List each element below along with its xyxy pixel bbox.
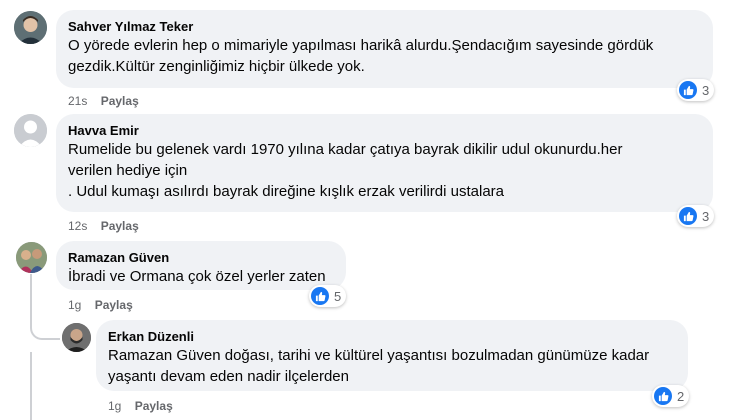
avatar[interactable] xyxy=(14,114,47,147)
avatar[interactable] xyxy=(62,323,91,352)
comment-author[interactable]: Ramazan Güven xyxy=(68,249,334,266)
comment-text: Ramazan Güven doğası, tarihi ve kültürel… xyxy=(108,347,650,385)
comment-meta: 1g Paylaş xyxy=(108,399,173,413)
reaction-count: 5 xyxy=(334,288,342,304)
thread-connector xyxy=(30,274,60,340)
thumbs-up-icon xyxy=(679,81,697,99)
comment-timestamp[interactable]: 1g xyxy=(68,298,81,312)
comment-bubble: Sahver Yılmaz Teker O yörede evlerin hep… xyxy=(56,10,713,88)
reaction-count-badge[interactable]: 2 xyxy=(652,385,690,407)
thumbs-up-icon xyxy=(654,387,672,405)
comment-author[interactable]: Sahver Yılmaz Teker xyxy=(68,18,701,35)
comment-bubble: Ramazan Güven İbradi ve Ormana çok özel … xyxy=(56,241,346,290)
reply-button[interactable]: Paylaş xyxy=(135,399,173,413)
thumbs-up-icon xyxy=(311,287,329,305)
user-photo-icon xyxy=(16,242,47,273)
reaction-count-badge[interactable]: 3 xyxy=(677,79,715,101)
comment-timestamp[interactable]: 1g xyxy=(108,399,121,413)
comment-bubble: Erkan Düzenli Ramazan Güven doğası, tari… xyxy=(96,320,688,391)
reply-button[interactable]: Paylaş xyxy=(101,219,139,233)
reaction-count-badge[interactable]: 5 xyxy=(309,285,347,307)
comment-meta: 1g Paylaş xyxy=(68,298,133,312)
reaction-count: 3 xyxy=(702,82,710,98)
comment-text: İbradi ve Ormana çok özel yerler zaten xyxy=(68,268,326,285)
comment-author[interactable]: Havva Emir xyxy=(68,122,701,139)
avatar[interactable] xyxy=(16,242,47,273)
comment-timestamp[interactable]: 21s xyxy=(68,94,87,108)
comment-meta: 12s Paylaş xyxy=(68,219,139,233)
comment-text: O yörede evlerin hep o mimariyle yapılma… xyxy=(68,37,654,75)
user-photo-icon xyxy=(62,323,91,352)
thread-connector xyxy=(30,352,32,420)
reaction-count: 3 xyxy=(702,208,710,224)
reply-button[interactable]: Paylaş xyxy=(101,94,139,108)
reaction-count-badge[interactable]: 3 xyxy=(677,205,715,227)
comment-timestamp[interactable]: 12s xyxy=(68,219,87,233)
comment-meta: 21s Paylaş xyxy=(68,94,139,108)
reaction-count: 2 xyxy=(677,388,685,404)
reply-button[interactable]: Paylaş xyxy=(95,298,133,312)
thumbs-up-icon xyxy=(679,207,697,225)
comment-text: Rumelide bu gelenek vardı 1970 yılına ka… xyxy=(68,141,623,200)
avatar[interactable] xyxy=(14,11,47,44)
comment-bubble: Havva Emir Rumelide bu gelenek vardı 197… xyxy=(56,114,713,212)
user-photo-icon xyxy=(14,11,47,44)
default-profile-icon xyxy=(14,114,47,147)
comment-author[interactable]: Erkan Düzenli xyxy=(108,328,676,345)
